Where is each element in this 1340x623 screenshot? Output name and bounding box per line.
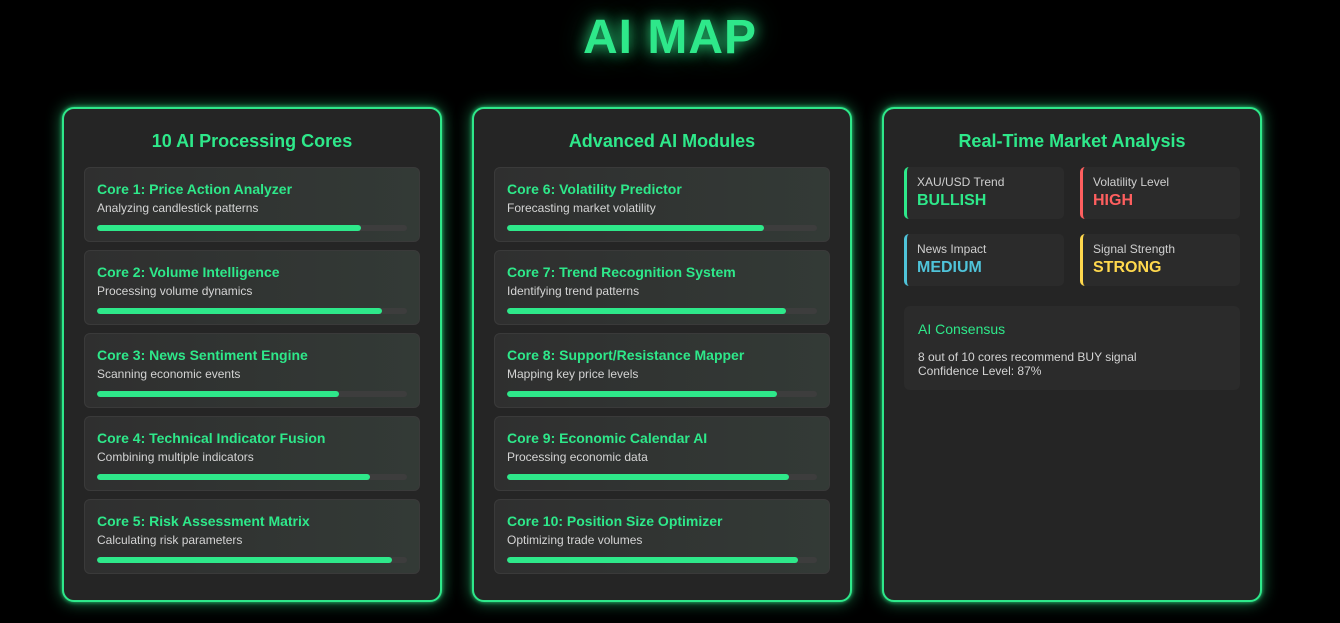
- core-card[interactable]: Core 2: Volume Intelligence Processing v…: [84, 250, 420, 325]
- core-card[interactable]: Core 5: Risk Assessment Matrix Calculati…: [84, 499, 420, 574]
- stat-value: HIGH: [1093, 192, 1133, 209]
- core-progress-fill: [97, 474, 370, 480]
- stat-label: Volatility Level: [1093, 175, 1170, 189]
- core-progress-fill: [97, 225, 361, 231]
- signal-strength-stat[interactable]: Signal Strength STRONG: [1080, 234, 1240, 286]
- module-card[interactable]: Core 9: Economic Calendar AI Processing …: [494, 416, 830, 491]
- ai-map-page: AI MAP 10 AI Processing Cores Core 1: Pr…: [0, 0, 1340, 623]
- core-name: Core 3: News Sentiment Engine: [97, 347, 308, 363]
- module-progress-fill: [507, 474, 790, 480]
- core-description: Processing volume dynamics: [97, 284, 253, 298]
- module-progress-fill: [507, 557, 799, 563]
- module-description: Processing economic data: [507, 450, 648, 464]
- core-progress-fill: [97, 391, 339, 397]
- market-analysis-title: Real-Time Market Analysis: [958, 131, 1186, 151]
- stat-value: STRONG: [1093, 259, 1162, 276]
- module-card[interactable]: Core 6: Volatility Predictor Forecasting…: [494, 167, 830, 242]
- module-name: Core 8: Support/Resistance Mapper: [507, 347, 745, 363]
- modules-panel-title: Advanced AI Modules: [568, 131, 756, 151]
- consensus-confidence: Confidence Level: 87%: [918, 364, 1042, 378]
- module-card[interactable]: Core 7: Trend Recognition System Identif…: [494, 250, 830, 325]
- volatility-stat[interactable]: Volatility Level HIGH: [1080, 167, 1240, 219]
- core-description: Scanning economic events: [97, 367, 241, 381]
- module-card[interactable]: Core 10: Position Size Optimizer Optimiz…: [494, 499, 830, 574]
- module-progress-fill: [507, 225, 765, 231]
- core-card[interactable]: Core 3: News Sentiment Engine Scanning e…: [84, 333, 420, 408]
- core-progress-fill: [97, 557, 392, 563]
- cores-panel-title: 10 AI Processing Cores: [151, 131, 353, 151]
- core-description: Analyzing candlestick patterns: [97, 201, 259, 215]
- market-analysis-panel: Real-Time Market Analysis XAU/USD Trend …: [882, 107, 1262, 602]
- module-description: Mapping key price levels: [507, 367, 639, 381]
- page-title: AI MAP: [583, 11, 757, 64]
- module-card[interactable]: Core 8: Support/Resistance Mapper Mappin…: [494, 333, 830, 408]
- module-progress-fill: [507, 308, 786, 314]
- module-description: Optimizing trade volumes: [507, 533, 643, 547]
- stat-value: MEDIUM: [917, 259, 982, 276]
- module-name: Core 6: Volatility Predictor: [507, 181, 682, 197]
- module-name: Core 9: Economic Calendar AI: [507, 430, 708, 446]
- stat-label: News Impact: [917, 242, 987, 256]
- module-description: Forecasting market volatility: [507, 201, 656, 215]
- core-progress-track: [97, 391, 407, 397]
- core-name: Core 4: Technical Indicator Fusion: [97, 430, 326, 446]
- module-name: Core 10: Position Size Optimizer: [507, 513, 723, 529]
- module-progress-fill: [507, 391, 777, 397]
- module-progress-track: [507, 225, 817, 231]
- cores-panel: 10 AI Processing Cores Core 1: Price Act…: [62, 107, 442, 602]
- module-description: Identifying trend patterns: [507, 284, 640, 298]
- core-name: Core 2: Volume Intelligence: [97, 264, 280, 280]
- module-name: Core 7: Trend Recognition System: [507, 264, 736, 280]
- core-card[interactable]: Core 4: Technical Indicator Fusion Combi…: [84, 416, 420, 491]
- module-progress-track: [507, 474, 817, 480]
- core-progress-track: [97, 308, 407, 314]
- trend-stat[interactable]: XAU/USD Trend BULLISH: [904, 167, 1064, 219]
- core-progress-track: [97, 225, 407, 231]
- consensus-title: AI Consensus: [918, 321, 1006, 337]
- stat-value: BULLISH: [917, 192, 987, 209]
- core-name: Core 5: Risk Assessment Matrix: [97, 513, 310, 529]
- core-description: Combining multiple indicators: [97, 450, 254, 464]
- core-card[interactable]: Core 1: Price Action Analyzer Analyzing …: [84, 167, 420, 242]
- news-impact-stat[interactable]: News Impact MEDIUM: [904, 234, 1064, 286]
- stat-label: Signal Strength: [1093, 242, 1176, 256]
- module-progress-track: [507, 391, 817, 397]
- module-progress-track: [507, 308, 817, 314]
- modules-panel: Advanced AI Modules Core 6: Volatility P…: [472, 107, 852, 602]
- core-description: Calculating risk parameters: [97, 533, 243, 547]
- stat-label: XAU/USD Trend: [917, 175, 1005, 189]
- core-progress-track: [97, 474, 407, 480]
- core-name: Core 1: Price Action Analyzer: [97, 181, 293, 197]
- module-progress-track: [507, 557, 817, 563]
- stat-grid: XAU/USD Trend BULLISH Volatility Level H…: [904, 167, 1240, 286]
- core-progress-fill: [97, 308, 383, 314]
- consensus-recommendation: 8 out of 10 cores recommend BUY signal: [918, 350, 1137, 364]
- core-progress-track: [97, 557, 407, 563]
- ai-consensus-box: AI Consensus 8 out of 10 cores recommend…: [904, 306, 1240, 390]
